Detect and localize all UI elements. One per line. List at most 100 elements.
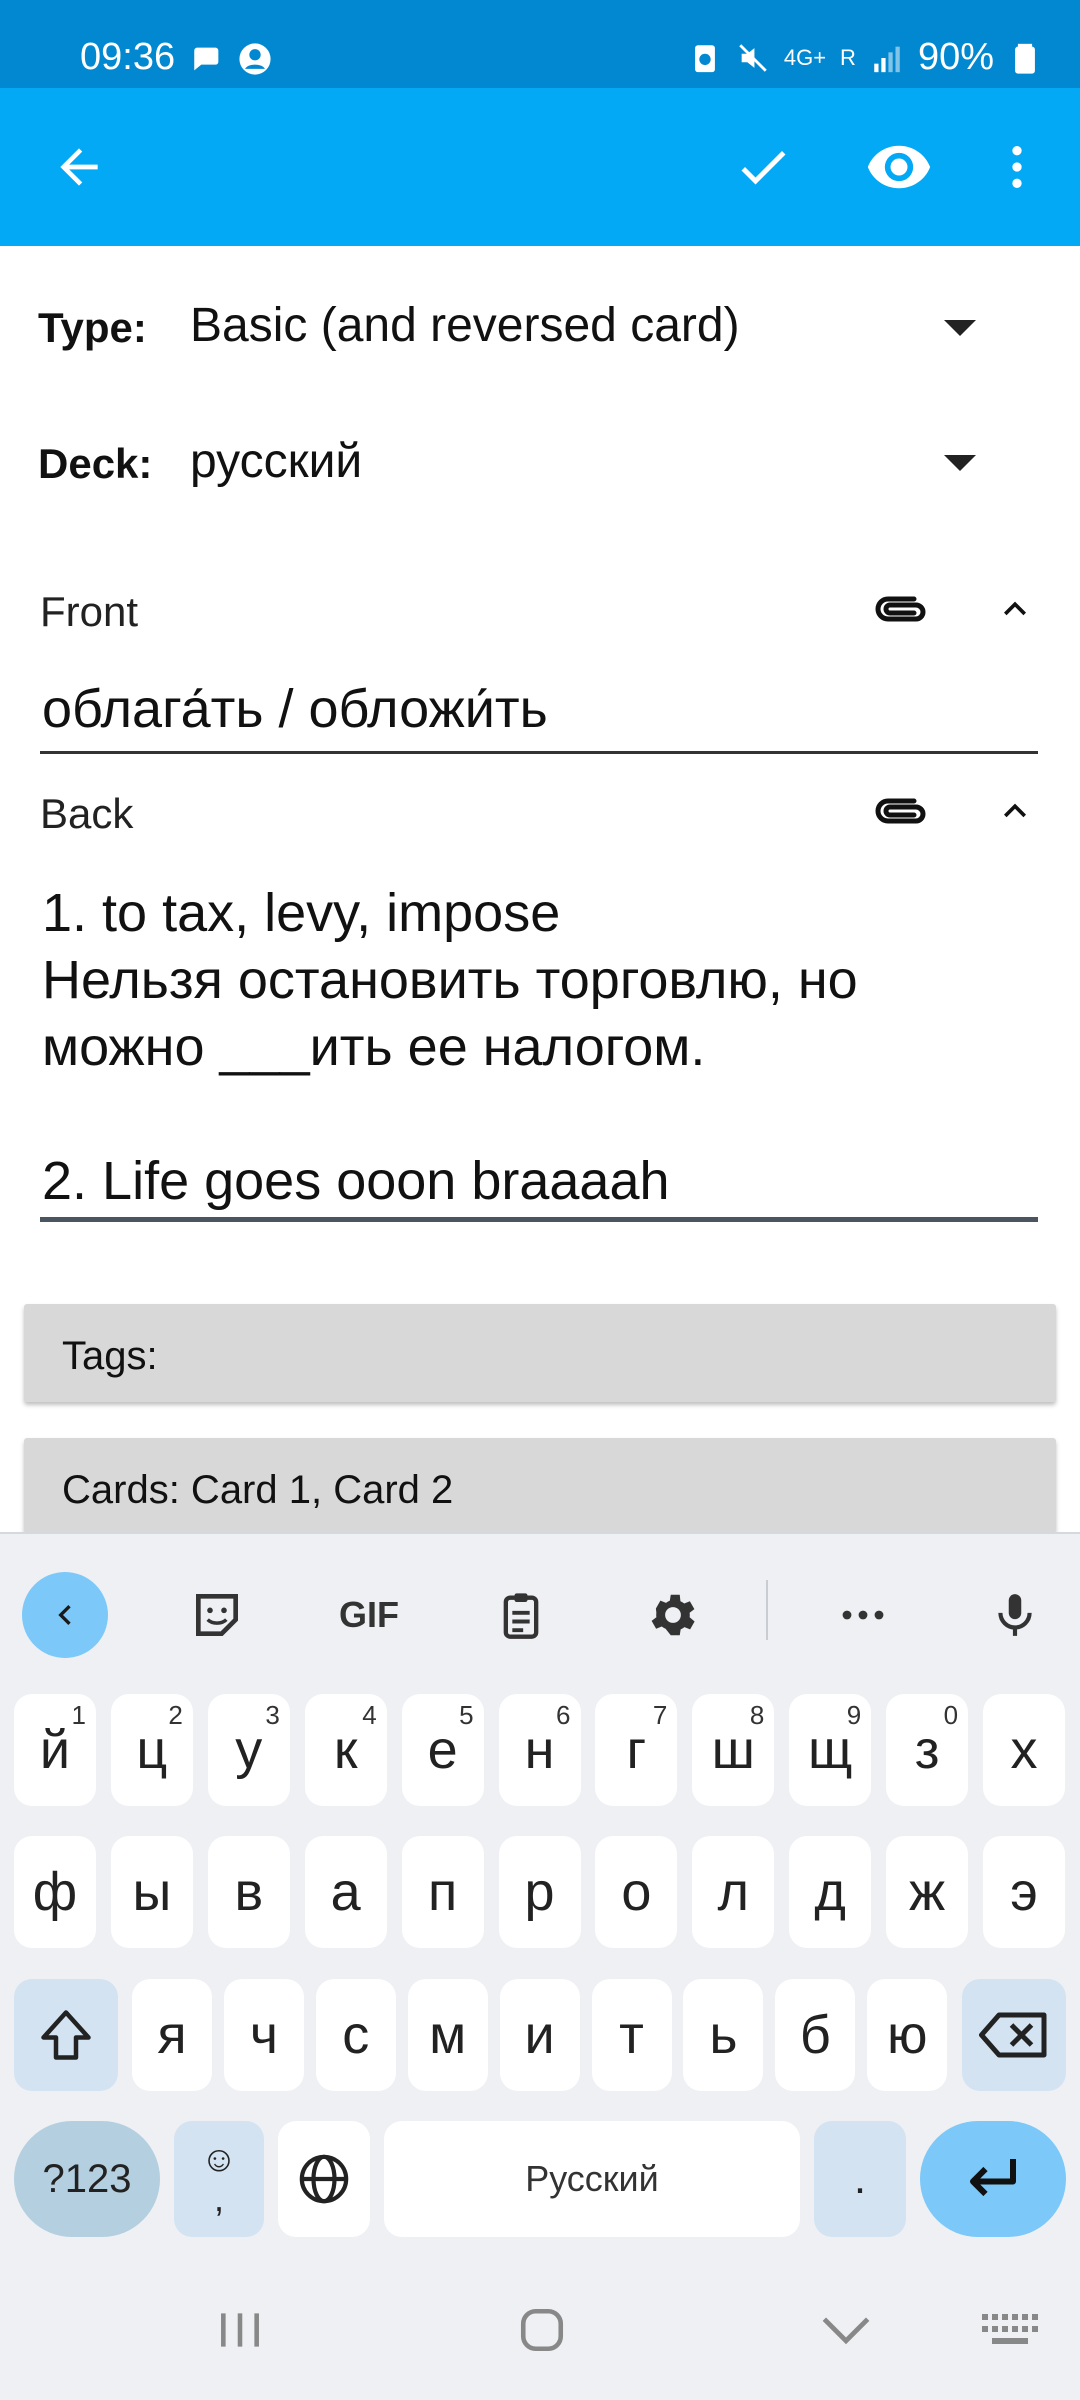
key-label: з xyxy=(914,1720,940,1780)
battery-percent: 90% xyxy=(917,36,994,78)
shift-arrow-icon xyxy=(41,2010,91,2060)
back-attach-button[interactable] xyxy=(866,786,936,836)
backspace-key[interactable] xyxy=(962,1979,1066,2091)
key-з[interactable]: з0 xyxy=(886,1694,969,1806)
key-number-hint: 2 xyxy=(168,1700,183,1730)
key-ц[interactable]: ц2 xyxy=(110,1694,193,1806)
key-label: ч xyxy=(249,2005,278,2065)
paperclip-icon xyxy=(875,596,926,622)
key-label: о xyxy=(621,1862,652,1922)
front-field-underline xyxy=(40,751,1038,754)
deck-value[interactable]: русский xyxy=(190,434,362,489)
symbols-key[interactable]: ?123 xyxy=(14,2121,160,2237)
key-ы[interactable]: ы xyxy=(110,1836,193,1948)
emoji-key[interactable]: ☺ , xyxy=(174,2121,264,2237)
key-ь[interactable]: ь xyxy=(683,1979,764,2091)
account-icon xyxy=(239,43,271,75)
preview-button[interactable] xyxy=(854,122,944,212)
key-п[interactable]: п xyxy=(401,1836,484,1948)
recents-icon xyxy=(221,2313,259,2347)
key-щ[interactable]: щ9 xyxy=(789,1694,872,1806)
key-label: ы xyxy=(132,1862,172,1922)
sticker-icon xyxy=(196,1594,238,1636)
key-н[interactable]: н6 xyxy=(498,1694,581,1806)
tags-button[interactable]: Tags: xyxy=(24,1304,1056,1402)
key-label: т xyxy=(619,2005,644,2065)
key-label: а xyxy=(330,1862,361,1922)
keyboard-more-button[interactable] xyxy=(820,1572,906,1658)
key-label: л xyxy=(717,1862,750,1922)
key-м[interactable]: м xyxy=(407,1979,488,2091)
keyboard-hide-button[interactable] xyxy=(806,2290,886,2370)
key-ч[interactable]: ч xyxy=(223,1979,304,2091)
key-ф[interactable]: ф xyxy=(14,1836,96,1948)
cards-button[interactable]: Cards: Card 1, Card 2 xyxy=(24,1438,1056,1532)
sticker-button[interactable] xyxy=(174,1572,260,1658)
period-key[interactable]: . xyxy=(814,2121,906,2237)
deck-label: Deck: xyxy=(38,440,153,487)
home-icon xyxy=(520,2308,564,2352)
clipboard-button[interactable] xyxy=(478,1572,564,1658)
key-э[interactable]: э xyxy=(983,1836,1065,1948)
key-а[interactable]: а xyxy=(304,1836,387,1948)
keyboard-settings-button[interactable] xyxy=(630,1572,716,1658)
note-type-value[interactable]: Basic (and reversed card) xyxy=(190,298,740,353)
clipboard-icon xyxy=(503,1593,539,1639)
voice-input-button[interactable] xyxy=(972,1572,1058,1658)
gif-button[interactable]: GIF xyxy=(326,1572,412,1658)
front-field-label: Front xyxy=(40,588,139,635)
key-label: ь xyxy=(709,2005,738,2065)
front-collapse-button[interactable] xyxy=(980,584,1050,634)
key-х[interactable]: х xyxy=(983,1694,1065,1806)
key-о[interactable]: о xyxy=(595,1836,678,1948)
key-р[interactable]: р xyxy=(498,1836,581,1948)
back-field-label: Back xyxy=(40,790,134,837)
enter-key[interactable] xyxy=(920,2121,1066,2237)
key-ю[interactable]: ю xyxy=(867,1979,948,2091)
home-button[interactable] xyxy=(502,2290,582,2370)
key-label: х xyxy=(1010,1720,1038,1780)
key-ш[interactable]: ш8 xyxy=(692,1694,775,1806)
key-у[interactable]: у3 xyxy=(207,1694,290,1806)
recents-button[interactable] xyxy=(200,2290,280,2370)
key-и[interactable]: и xyxy=(499,1979,580,2091)
note-type-dropdown-icon[interactable] xyxy=(944,320,976,336)
gear-icon xyxy=(651,1594,695,1636)
key-label: и xyxy=(524,2005,555,2065)
back-button[interactable] xyxy=(34,122,124,212)
key-в[interactable]: в xyxy=(207,1836,290,1948)
key-г[interactable]: г7 xyxy=(595,1694,678,1806)
more-vert-icon xyxy=(1012,146,1022,188)
key-к[interactable]: к4 xyxy=(304,1694,387,1806)
back-field-input[interactable]: 1. to tax, levy, impose Нельзя остановит… xyxy=(42,880,858,1215)
back-collapse-button[interactable] xyxy=(980,786,1050,836)
key-с[interactable]: с xyxy=(315,1979,396,2091)
language-key[interactable] xyxy=(278,2121,370,2237)
key-number-hint: 4 xyxy=(362,1700,377,1730)
keyboard-switch-button[interactable] xyxy=(970,2290,1050,2370)
more-options-button[interactable] xyxy=(972,122,1062,212)
key-б[interactable]: б xyxy=(775,1979,856,2091)
key-number-hint: 9 xyxy=(846,1700,862,1730)
save-button[interactable] xyxy=(718,122,808,212)
key-ж[interactable]: ж xyxy=(886,1836,969,1948)
space-key[interactable]: Русский xyxy=(384,2121,800,2237)
key-л[interactable]: л xyxy=(692,1836,775,1948)
keyboard-collapse-button[interactable] xyxy=(22,1572,108,1658)
key-label: ш xyxy=(711,1720,755,1780)
deck-dropdown-icon[interactable] xyxy=(944,455,976,471)
shift-key[interactable] xyxy=(14,1979,118,2091)
key-label: н xyxy=(524,1720,555,1780)
key-й[interactable]: й1 xyxy=(14,1694,96,1806)
front-attach-button[interactable] xyxy=(866,584,936,634)
key-е[interactable]: е5 xyxy=(401,1694,484,1806)
key-я[interactable]: я xyxy=(132,1979,212,2091)
eye-icon xyxy=(867,145,931,189)
key-label: п xyxy=(427,1862,458,1922)
front-field-input[interactable]: облага́ть / обложи́ть xyxy=(42,676,548,743)
toolbar-separator xyxy=(766,1580,768,1640)
roaming-indicator: R xyxy=(840,44,856,70)
key-д[interactable]: д xyxy=(789,1836,872,1948)
key-т[interactable]: т xyxy=(591,1979,672,2091)
note-type-label: Type: xyxy=(38,304,147,351)
